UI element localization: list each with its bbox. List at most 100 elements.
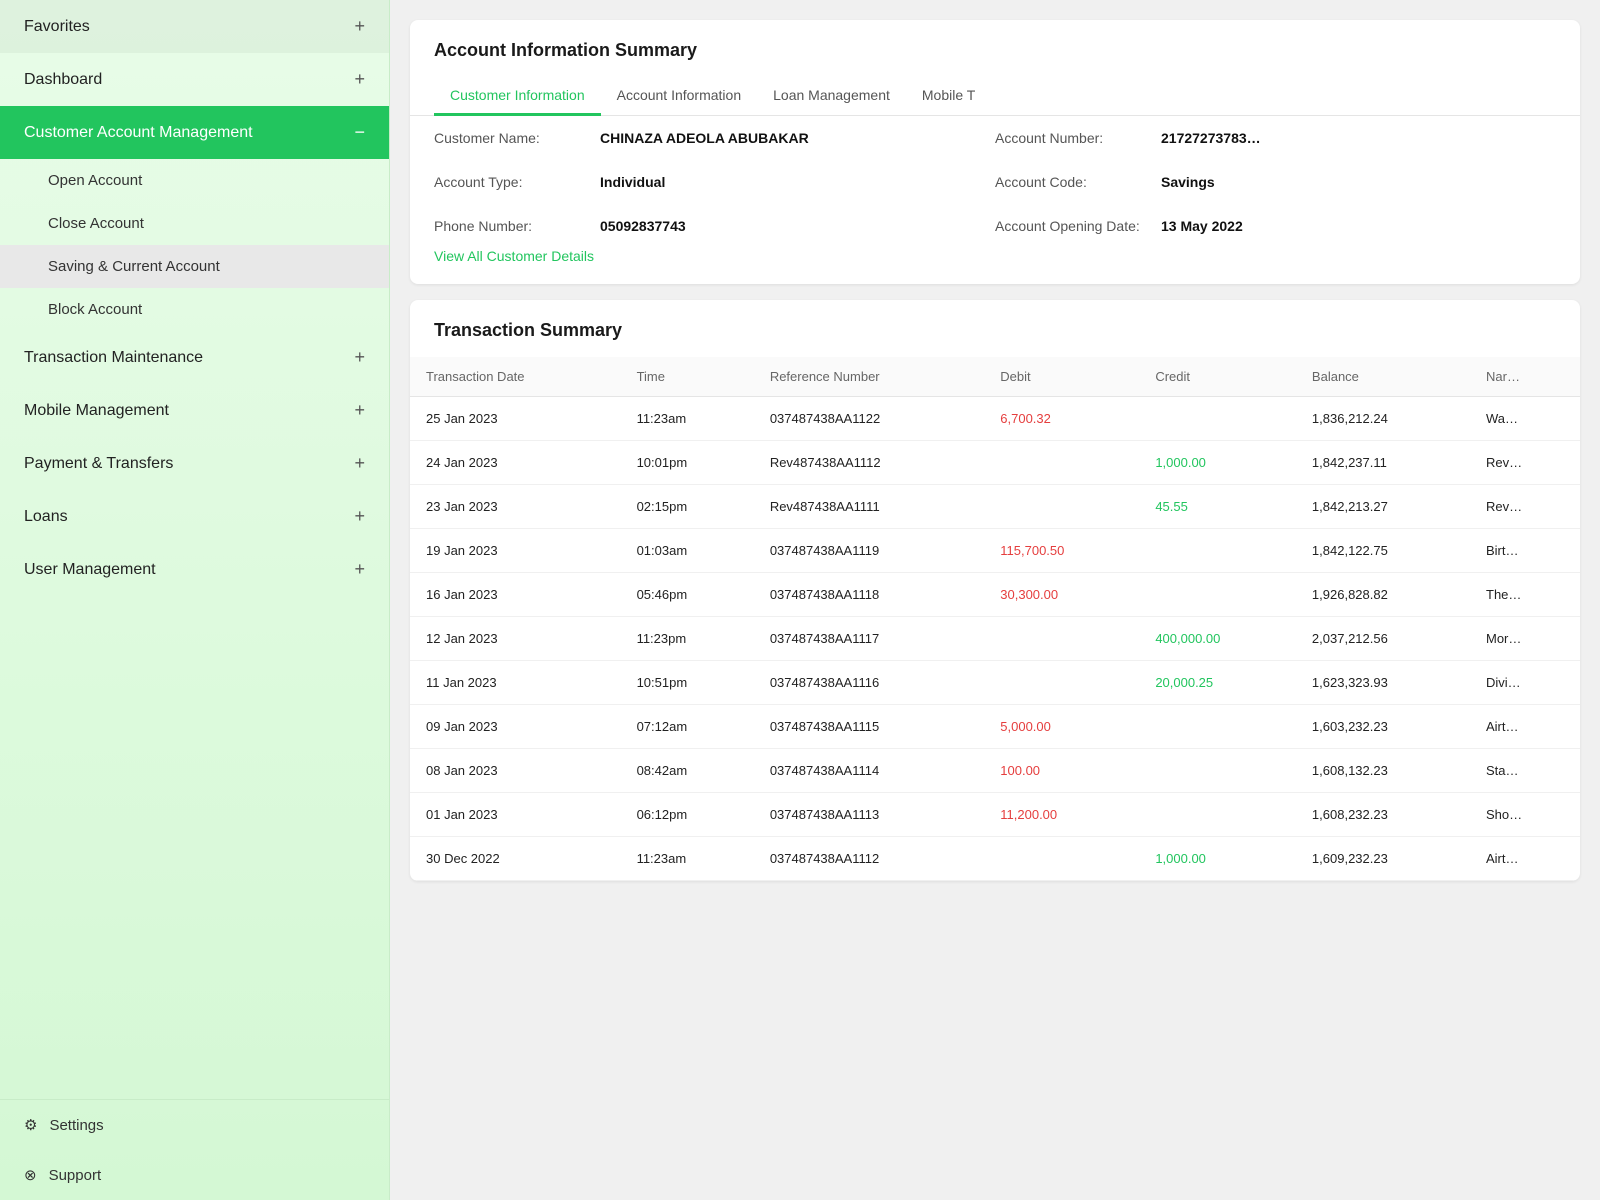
customer-name-row: Customer Name: CHINAZA ADEOLA ABUBAKAR	[434, 116, 995, 160]
cell-date: 11 Jan 2023	[410, 661, 621, 705]
cell-debit: 11,200.00	[984, 793, 1139, 837]
sidebar-footer-item-support[interactable]: ⊗ Support	[0, 1150, 389, 1200]
cell-reference: 037487438AA1117	[754, 617, 984, 661]
tab-mobile-t[interactable]: Mobile T	[906, 77, 991, 116]
sidebar-item-label-favorites: Favorites	[24, 18, 90, 36]
sidebar-sub-item-block-account[interactable]: Block Account	[0, 288, 389, 331]
sidebar-footer-item-settings[interactable]: ⚙ Settings	[0, 1100, 389, 1150]
table-row: 16 Jan 202305:46pm037487438AA111830,300.…	[410, 573, 1580, 617]
cell-time: 02:15pm	[621, 485, 754, 529]
account-info-grid: Customer Name: CHINAZA ADEOLA ABUBAKAR A…	[410, 116, 1580, 248]
sidebar: Favorites + Dashboard + Customer Account…	[0, 0, 390, 1200]
sidebar-item-label-dashboard: Dashboard	[24, 71, 102, 89]
cell-narration: Rev…	[1470, 441, 1580, 485]
cell-date: 09 Jan 2023	[410, 705, 621, 749]
sidebar-item-user-management[interactable]: User Management +	[0, 543, 389, 596]
cell-debit	[984, 837, 1139, 881]
cell-narration: Airt…	[1470, 837, 1580, 881]
cell-date: 24 Jan 2023	[410, 441, 621, 485]
account-opening-date-value: 13 May 2022	[1161, 218, 1243, 234]
sidebar-item-customer-account-management[interactable]: Customer Account Management −	[0, 106, 389, 159]
account-info-tabs: Customer InformationAccount InformationL…	[410, 77, 1580, 116]
cell-narration: Birt…	[1470, 529, 1580, 573]
sidebar-item-loans[interactable]: Loans +	[0, 490, 389, 543]
cell-time: 11:23pm	[621, 617, 754, 661]
cell-time: 01:03am	[621, 529, 754, 573]
cell-debit	[984, 661, 1139, 705]
cell-debit: 5,000.00	[984, 705, 1139, 749]
cell-time: 07:12am	[621, 705, 754, 749]
cell-narration: Rev…	[1470, 485, 1580, 529]
cell-narration: Wa…	[1470, 397, 1580, 441]
cell-reference: 037487438AA1114	[754, 749, 984, 793]
plus-icon: +	[354, 453, 365, 474]
sidebar-item-transaction-maintenance[interactable]: Transaction Maintenance +	[0, 331, 389, 384]
sidebar-item-mobile-management[interactable]: Mobile Management +	[0, 384, 389, 437]
col-header-time: Time	[621, 357, 754, 397]
sidebar-sub-item-open-account[interactable]: Open Account	[0, 159, 389, 202]
cell-debit: 30,300.00	[984, 573, 1139, 617]
view-all-customer-details-link[interactable]: View All Customer Details	[410, 248, 618, 284]
cell-narration: Airt…	[1470, 705, 1580, 749]
cell-credit	[1139, 793, 1296, 837]
cell-time: 11:23am	[621, 837, 754, 881]
account-code-value: Savings	[1161, 174, 1215, 190]
cell-reference: Rev487438AA1111	[754, 485, 984, 529]
cell-debit	[984, 617, 1139, 661]
cell-narration: Mor…	[1470, 617, 1580, 661]
sidebar-sub-item-saving-current-account[interactable]: Saving & Current Account	[0, 245, 389, 288]
cell-debit: 100.00	[984, 749, 1139, 793]
account-info-card: Account Information Summary Customer Inf…	[410, 20, 1580, 284]
cell-narration: Sta…	[1470, 749, 1580, 793]
col-header-balance: Balance	[1296, 357, 1470, 397]
cell-date: 19 Jan 2023	[410, 529, 621, 573]
table-row: 01 Jan 202306:12pm037487438AA111311,200.…	[410, 793, 1580, 837]
cell-reference: 037487438AA1116	[754, 661, 984, 705]
cell-time: 10:51pm	[621, 661, 754, 705]
sidebar-footer-label-support: Support	[49, 1167, 102, 1184]
cell-date: 25 Jan 2023	[410, 397, 621, 441]
sidebar-item-label-mobile-management: Mobile Management	[24, 402, 169, 420]
cell-time: 05:46pm	[621, 573, 754, 617]
cell-reference: 037487438AA1118	[754, 573, 984, 617]
plus-icon: +	[354, 559, 365, 580]
sidebar-footer: ⚙ Settings ⊗ Support	[0, 1099, 389, 1200]
tab-customer-information[interactable]: Customer Information	[434, 77, 601, 116]
cell-date: 16 Jan 2023	[410, 573, 621, 617]
phone-number-row: Phone Number: 05092837743	[434, 204, 995, 248]
cell-narration: Divi…	[1470, 661, 1580, 705]
account-number-row: Account Number: 21727273783…	[995, 116, 1556, 160]
cell-credit	[1139, 749, 1296, 793]
account-info-title: Account Information Summary	[410, 20, 1580, 77]
cell-balance: 1,608,232.23	[1296, 793, 1470, 837]
plus-icon: +	[354, 347, 365, 368]
plus-icon: +	[354, 69, 365, 90]
table-row: 25 Jan 202311:23am037487438AA11226,700.3…	[410, 397, 1580, 441]
sidebar-item-favorites[interactable]: Favorites +	[0, 0, 389, 53]
cell-time: 10:01pm	[621, 441, 754, 485]
cell-credit	[1139, 397, 1296, 441]
cell-time: 08:42am	[621, 749, 754, 793]
sidebar-item-payment-transfers[interactable]: Payment & Transfers +	[0, 437, 389, 490]
col-header-debit: Debit	[984, 357, 1139, 397]
cell-date: 23 Jan 2023	[410, 485, 621, 529]
tab-account-information[interactable]: Account Information	[601, 77, 758, 116]
sidebar-item-dashboard[interactable]: Dashboard +	[0, 53, 389, 106]
sidebar-item-label-transaction-maintenance: Transaction Maintenance	[24, 349, 203, 367]
cell-credit	[1139, 705, 1296, 749]
cell-credit: 1,000.00	[1139, 441, 1296, 485]
transaction-summary-title: Transaction Summary	[410, 300, 1580, 357]
sidebar-item-label-loans: Loans	[24, 508, 68, 526]
cell-date: 01 Jan 2023	[410, 793, 621, 837]
sidebar-item-label-payment-transfers: Payment & Transfers	[24, 455, 173, 473]
col-header-narration: Nar…	[1470, 357, 1580, 397]
cell-balance: 1,603,232.23	[1296, 705, 1470, 749]
account-type-label: Account Type:	[434, 174, 584, 190]
sidebar-sub-item-close-account[interactable]: Close Account	[0, 202, 389, 245]
minus-icon: −	[354, 122, 365, 143]
cell-balance: 1,836,212.24	[1296, 397, 1470, 441]
tab-loan-management[interactable]: Loan Management	[757, 77, 906, 116]
cell-date: 30 Dec 2022	[410, 837, 621, 881]
sidebar-footer-label-settings: Settings	[49, 1117, 103, 1134]
table-row: 23 Jan 202302:15pmRev487438AA111145.551,…	[410, 485, 1580, 529]
